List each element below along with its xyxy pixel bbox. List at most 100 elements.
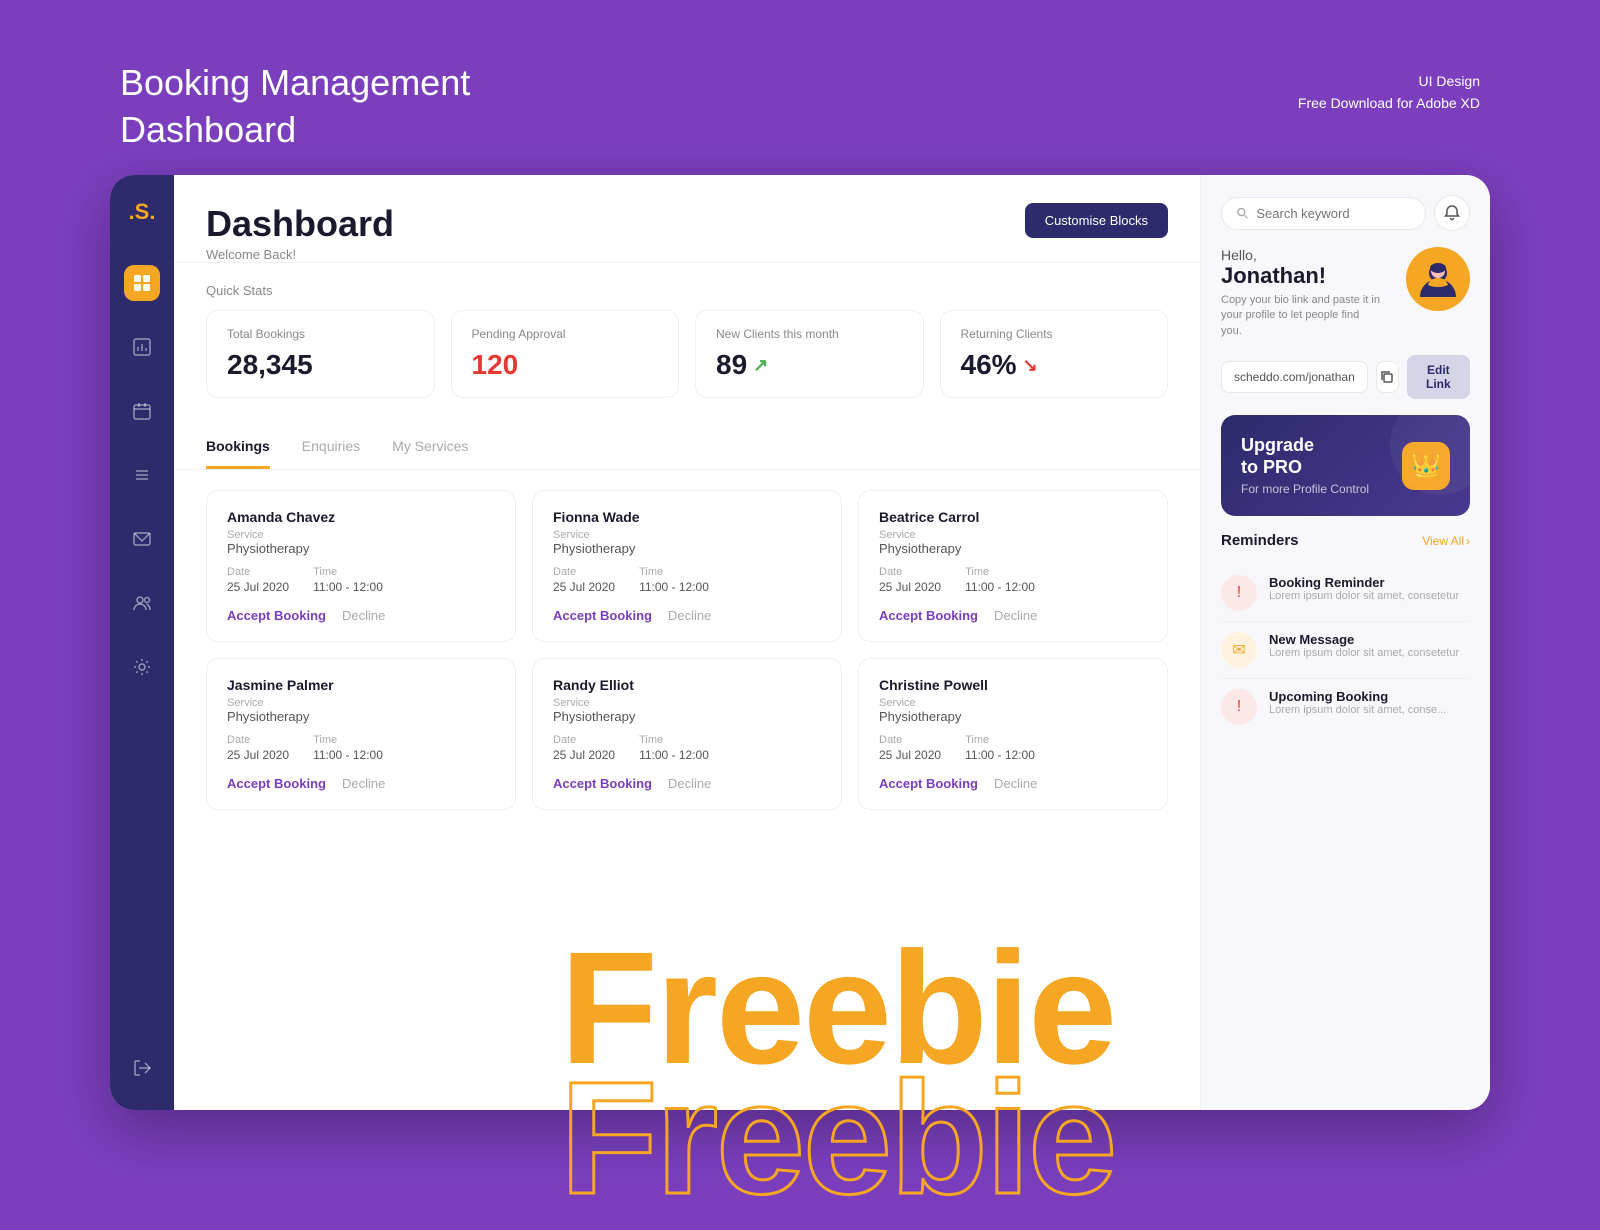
- sidebar-item-settings[interactable]: [124, 649, 160, 685]
- stat-value-returning: 46% ↘: [961, 349, 1148, 381]
- profile-link: scheddo.com/jonathan: [1221, 361, 1368, 393]
- chevron-right-icon: ›: [1466, 534, 1470, 548]
- reminders-list: ! Booking Reminder Lorem ipsum dolor sit…: [1221, 565, 1470, 735]
- booking-date-field-2: Date 25 Jul 2020: [879, 566, 941, 596]
- booking-time-field-0: Time 11:00 - 12:00: [313, 566, 383, 596]
- booking-actions-3: Accept Booking Decline: [227, 776, 495, 791]
- booking-time-field-2: Time 11:00 - 12:00: [965, 566, 1035, 596]
- accept-button-4[interactable]: Accept Booking: [553, 776, 652, 791]
- tab-my-services[interactable]: My Services: [392, 426, 468, 469]
- stat-returning: Returning Clients 46% ↘: [940, 310, 1169, 398]
- reminder-icon-1: ✉: [1221, 632, 1257, 668]
- booking-time-field-5: Time 11:00 - 12:00: [965, 734, 1035, 764]
- booking-service-value-0: Physiotherapy: [227, 541, 495, 556]
- reminder-item-1: ✉ New Message Lorem ipsum dolor sit amet…: [1221, 622, 1470, 679]
- booking-row-3: Date 25 Jul 2020 Time 11:00 - 12:00: [227, 734, 495, 764]
- copy-link-button[interactable]: [1376, 361, 1399, 393]
- booking-card-2: Beatrice Carrol Service Physiotherapy Da…: [858, 490, 1168, 642]
- stat-label-pending: Pending Approval: [472, 327, 659, 341]
- booking-service-value-5: Physiotherapy: [879, 709, 1147, 724]
- booking-date-field-5: Date 25 Jul 2020: [879, 734, 941, 764]
- upgrade-text: Upgrade to PRO For more Profile Control: [1241, 435, 1369, 496]
- reminder-sub-2: Lorem ipsum dolor sit amet, conse...: [1269, 704, 1446, 716]
- booking-time-field-3: Time 11:00 - 12:00: [313, 734, 383, 764]
- view-all-button[interactable]: View All ›: [1422, 534, 1470, 548]
- sidebar-item-calendar[interactable]: [124, 393, 160, 429]
- reminder-item-2: ! Upcoming Booking Lorem ipsum dolor sit…: [1221, 679, 1470, 735]
- reminder-sub-1: Lorem ipsum dolor sit amet, consetetur: [1269, 647, 1459, 659]
- booking-card-4: Randy Elliot Service Physiotherapy Date …: [532, 658, 842, 810]
- booking-actions-4: Accept Booking Decline: [553, 776, 821, 791]
- customise-button[interactable]: Customise Blocks: [1025, 203, 1168, 238]
- reminder-title-0: Booking Reminder: [1269, 575, 1459, 590]
- stat-value-total: 28,345: [227, 349, 414, 381]
- profile-name: Jonathan!: [1221, 263, 1381, 289]
- booking-actions-5: Accept Booking Decline: [879, 776, 1147, 791]
- sidebar-item-messages[interactable]: [124, 521, 160, 557]
- decline-button-4[interactable]: Decline: [668, 776, 711, 791]
- booking-name-1: Fionna Wade: [553, 509, 821, 525]
- accept-button-3[interactable]: Accept Booking: [227, 776, 326, 791]
- stat-value-pending: 120: [472, 349, 659, 381]
- sidebar-item-analytics[interactable]: [124, 329, 160, 365]
- welcome-text: Welcome Back!: [206, 247, 394, 262]
- booking-card-1: Fionna Wade Service Physiotherapy Date 2…: [532, 490, 842, 642]
- booking-date-field-4: Date 25 Jul 2020: [553, 734, 615, 764]
- accept-button-2[interactable]: Accept Booking: [879, 608, 978, 623]
- stats-grid: Total Bookings 28,345 Pending Approval 1…: [206, 310, 1168, 398]
- stat-label-total: Total Bookings: [227, 327, 414, 341]
- bg-subtitle: UI Design Free Download for Adobe XD: [1298, 70, 1480, 115]
- stat-label-returning: Returning Clients: [961, 327, 1148, 341]
- edit-link-button[interactable]: Edit Link: [1407, 355, 1470, 399]
- accept-button-0[interactable]: Accept Booking: [227, 608, 326, 623]
- tab-bookings[interactable]: Bookings: [206, 426, 270, 469]
- decline-button-0[interactable]: Decline: [342, 608, 385, 623]
- accept-button-5[interactable]: Accept Booking: [879, 776, 978, 791]
- accept-button-1[interactable]: Accept Booking: [553, 608, 652, 623]
- sidebar-logout[interactable]: [124, 1050, 160, 1086]
- decline-button-1[interactable]: Decline: [668, 608, 711, 623]
- upgrade-card[interactable]: Upgrade to PRO For more Profile Control …: [1221, 415, 1470, 516]
- decline-button-3[interactable]: Decline: [342, 776, 385, 791]
- booking-actions-1: Accept Booking Decline: [553, 608, 821, 623]
- sidebar-item-dashboard[interactable]: [124, 265, 160, 301]
- sidebar-logo: .S.: [129, 199, 156, 225]
- sidebar-item-list[interactable]: [124, 457, 160, 493]
- search-wrapper[interactable]: [1221, 197, 1426, 230]
- booking-actions-2: Accept Booking Decline: [879, 608, 1147, 623]
- booking-row-0: Date 25 Jul 2020 Time 11:00 - 12:00: [227, 566, 495, 596]
- tabs: Bookings Enquiries My Services: [174, 426, 1200, 470]
- booking-card-0: Amanda Chavez Service Physiotherapy Date…: [206, 490, 516, 642]
- booking-card-5: Christine Powell Service Physiotherapy D…: [858, 658, 1168, 810]
- booking-row-5: Date 25 Jul 2020 Time 11:00 - 12:00: [879, 734, 1147, 764]
- booking-name-0: Amanda Chavez: [227, 509, 495, 525]
- decline-button-2[interactable]: Decline: [994, 608, 1037, 623]
- sidebar: .S.: [110, 175, 174, 1110]
- trend-up-icon: ↗: [753, 355, 768, 376]
- search-icon: [1236, 206, 1248, 220]
- bookings-grid: Amanda Chavez Service Physiotherapy Date…: [206, 490, 1168, 810]
- booking-row-4: Date 25 Jul 2020 Time 11:00 - 12:00: [553, 734, 821, 764]
- booking-service-label-3: Service: [227, 697, 495, 709]
- reminder-title-1: New Message: [1269, 632, 1459, 647]
- booking-name-5: Christine Powell: [879, 677, 1147, 693]
- stat-pending: Pending Approval 120: [451, 310, 680, 398]
- link-row: scheddo.com/jonathan Edit Link: [1221, 355, 1470, 399]
- bio-text: Copy your bio link and paste it in your …: [1221, 293, 1381, 339]
- reminder-title-2: Upcoming Booking: [1269, 689, 1446, 704]
- booking-name-2: Beatrice Carrol: [879, 509, 1147, 525]
- search-input[interactable]: [1256, 206, 1411, 221]
- reminder-icon-2: !: [1221, 689, 1257, 725]
- tab-enquiries[interactable]: Enquiries: [302, 426, 360, 469]
- decline-button-5[interactable]: Decline: [994, 776, 1037, 791]
- freebie-outline-text: Freebie: [560, 1046, 1115, 1230]
- trend-down-icon: ↘: [1023, 355, 1038, 376]
- sidebar-item-clients[interactable]: [124, 585, 160, 621]
- reminders-title: Reminders: [1221, 532, 1299, 549]
- quick-stats-section: Quick Stats Total Bookings 28,345 Pendin…: [174, 263, 1200, 418]
- notification-icon[interactable]: [1434, 195, 1470, 231]
- profile-section: Hello, Jonathan! Copy your bio link and …: [1221, 247, 1470, 339]
- stat-total-bookings: Total Bookings 28,345: [206, 310, 435, 398]
- upgrade-subtitle: For more Profile Control: [1241, 482, 1369, 496]
- booking-service-label-2: Service: [879, 529, 1147, 541]
